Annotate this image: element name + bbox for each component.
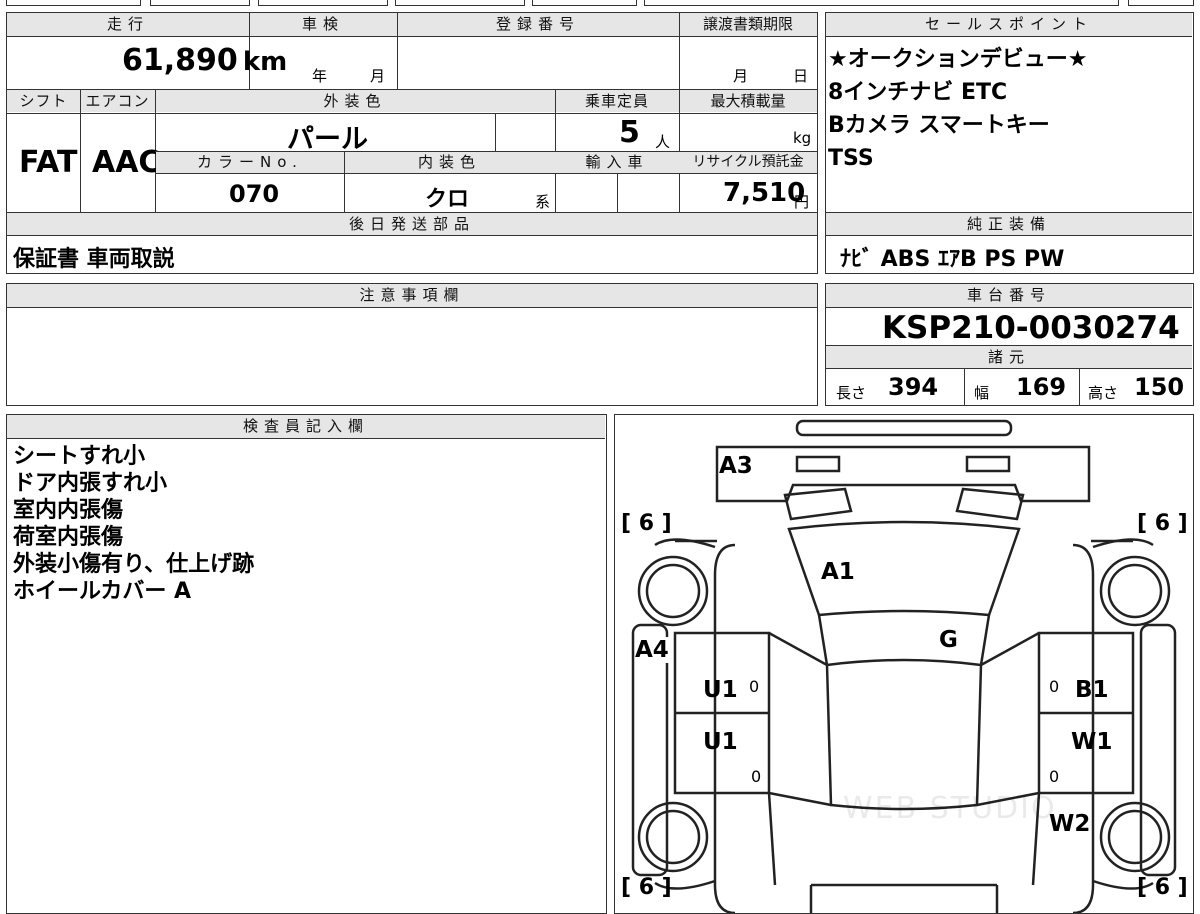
mark-a4: A4: [635, 637, 669, 663]
specs-label: 諸元: [987, 348, 1030, 366]
top-strip-cell: [644, 0, 1119, 6]
color-no-label: カラーNo.: [197, 153, 303, 171]
mark-a3: A3: [719, 453, 753, 479]
inspector-note: 外装小傷有り、仕上げ跡: [13, 552, 255, 577]
inspection-label: 車検: [301, 15, 344, 33]
mark-u1-upper: U1: [703, 677, 738, 703]
inspector-note: シートすれ小: [13, 444, 146, 469]
recycle-deposit-value: 7,510: [723, 178, 806, 208]
inspector-notes-block: 検査員記入欄 シートすれ小 ドア内張すれ小 室内内張傷 荷室内張傷 外装小傷有り…: [6, 414, 607, 914]
later-parts-value: 保証書 車両取説: [13, 247, 175, 272]
height-label: 高さ: [1088, 384, 1119, 402]
inspection-month-unit: 月: [370, 67, 386, 85]
top-strip-cell: [150, 0, 250, 6]
length-label: 長さ: [836, 384, 867, 402]
mark-b1: B1: [1075, 677, 1109, 703]
transfer-deadline-label: 譲渡書類期限: [702, 15, 793, 33]
interior-color-value: クロ: [425, 187, 470, 212]
inspector-note: ホイールカバー A: [13, 579, 192, 604]
later-parts-label: 後日発送部品: [348, 215, 475, 233]
mileage-value: 61,890: [122, 43, 238, 78]
exterior-color-label: 外装色: [323, 92, 387, 110]
mark-zero: 0: [749, 677, 760, 696]
recycle-deposit-label: リサイクル預託金: [692, 154, 804, 170]
height-value: 150: [1134, 373, 1185, 401]
sales-point-line: 8インチナビ ETC: [828, 80, 1008, 105]
shift-value: FAT: [19, 145, 78, 180]
shift-label: シフト: [19, 92, 68, 110]
max-load-label: 最大積載量: [710, 92, 786, 110]
watermark: WEB STUDIO: [843, 791, 1057, 826]
top-strip-cell: [258, 0, 388, 6]
ac-label: エアコン: [85, 92, 150, 110]
inspector-note: ドア内張すれ小: [13, 471, 168, 496]
chassis-block: 車台番号 KSP210-0030274 諸元 長さ 394 幅 169 高さ 1…: [825, 283, 1194, 406]
width-value: 169: [1016, 373, 1067, 401]
capacity-value: 5: [619, 115, 640, 150]
recycle-deposit-unit: 円: [794, 193, 810, 211]
car-diagram-panel: [ 6 ] [ 6 ] [ 6 ] [ 6 ] A3 A1 G A4 U1 U1…: [614, 414, 1194, 914]
sales-point-line: ★オークションデビュー★: [828, 47, 1088, 72]
caution-label: 注意事項欄: [359, 286, 465, 304]
inspector-notes-label: 検査員記入欄: [242, 417, 369, 435]
chassis-label: 車台番号: [966, 286, 1051, 304]
max-load-unit: kg: [793, 129, 812, 147]
ac-value: AAC: [92, 145, 161, 180]
sales-points-label: セールスポイント: [924, 15, 1093, 33]
inspector-note: 荷室内張傷: [13, 525, 124, 550]
top-strip-cell: [1128, 0, 1194, 6]
tire-front-left-grade: [ 6 ]: [621, 511, 672, 536]
top-strip-cell: [532, 0, 637, 6]
width-label: 幅: [974, 384, 990, 402]
equipment-value: ﾅﾋﾞ ABS ｴｱB PS PW: [840, 247, 1065, 272]
equipment-label: 純正装備: [966, 215, 1051, 233]
length-value: 394: [888, 373, 939, 401]
top-strip-cell: [6, 0, 141, 6]
tire-rear-right-grade: [ 6 ]: [1137, 875, 1188, 900]
chassis-number: KSP210-0030274: [882, 310, 1180, 346]
mark-a1: A1: [821, 559, 855, 585]
mark-zero: 0: [751, 767, 762, 786]
registration-label: 登録番号: [495, 15, 580, 33]
mark-u1-lower: U1: [703, 729, 738, 755]
mileage-unit: km: [242, 47, 288, 77]
mileage-label: 走行: [106, 15, 149, 33]
transfer-day-unit: 日: [793, 67, 809, 85]
interior-color-label: 内装色: [417, 153, 481, 171]
tire-front-right-grade: [ 6 ]: [1137, 511, 1188, 536]
capacity-label: 乗車定員: [584, 92, 649, 110]
transfer-month-unit: 月: [733, 67, 749, 85]
caution-block: 注意事項欄: [6, 283, 818, 406]
sales-point-line: TSS: [828, 146, 874, 171]
mark-w1: W1: [1071, 729, 1113, 755]
interior-color-suffix: 系: [535, 193, 551, 211]
inspection-year-unit: 年: [312, 67, 328, 85]
mark-g: G: [939, 627, 958, 653]
color-no-value: 070: [229, 180, 280, 208]
inspector-note: 室内内張傷: [13, 498, 124, 523]
vehicle-info-block: 走行 車検 登録番号 譲渡書類期限 61,890 km 年 月 月 日 シフト …: [6, 12, 818, 274]
import-label: 輸入車: [585, 153, 649, 171]
tire-rear-left-grade: [ 6 ]: [621, 875, 672, 900]
sales-points-block: セールスポイント ★オークションデビュー★ 8インチナビ ETC Bカメラ スマ…: [825, 12, 1194, 274]
mark-zero: 0: [1049, 677, 1060, 696]
capacity-unit: 人: [655, 133, 671, 151]
top-strip-cell: [395, 0, 525, 6]
sales-point-line: Bカメラ スマートキー: [828, 113, 1050, 138]
mark-zero: 0: [1049, 767, 1060, 786]
car-body-diagram: [631, 419, 1177, 913]
